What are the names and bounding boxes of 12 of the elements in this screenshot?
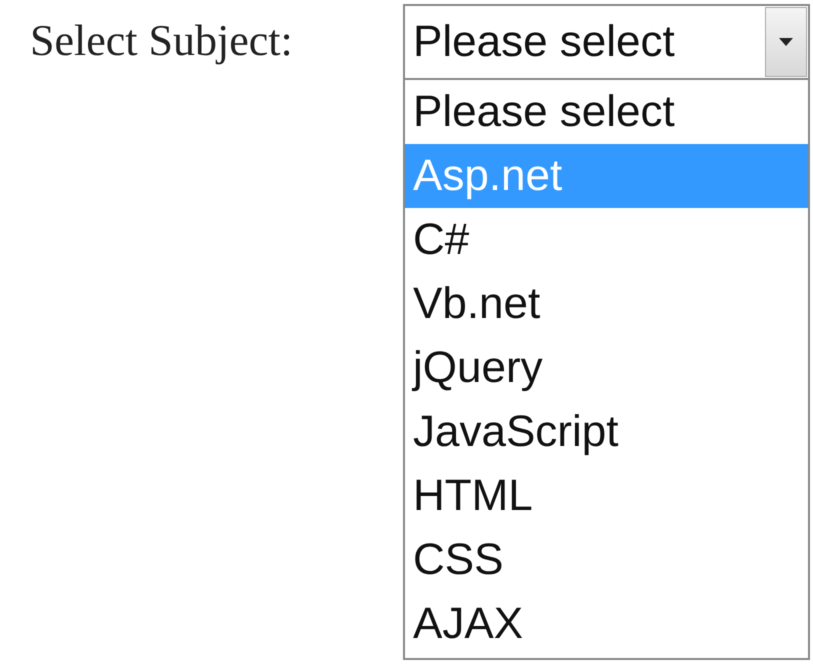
dropdown-option[interactable]: AJAX bbox=[405, 592, 808, 656]
dropdown-option[interactable]: CSS bbox=[405, 528, 808, 592]
dropdown-option[interactable]: JavaScript bbox=[405, 400, 808, 464]
caret-icon[interactable] bbox=[765, 7, 807, 77]
subject-dropdown[interactable]: Please select bbox=[403, 4, 810, 80]
dropdown-value: Please select bbox=[412, 16, 676, 68]
dropdown-option[interactable]: Please select bbox=[405, 80, 808, 144]
dropdown-option[interactable]: HTML bbox=[405, 464, 808, 528]
dropdown-option[interactable]: C# bbox=[405, 208, 808, 272]
field-label: Select Subject: bbox=[29, 15, 294, 67]
dropdown-option[interactable]: jQuery bbox=[405, 336, 808, 400]
dropdown-option[interactable]: Vb.net bbox=[405, 272, 808, 336]
